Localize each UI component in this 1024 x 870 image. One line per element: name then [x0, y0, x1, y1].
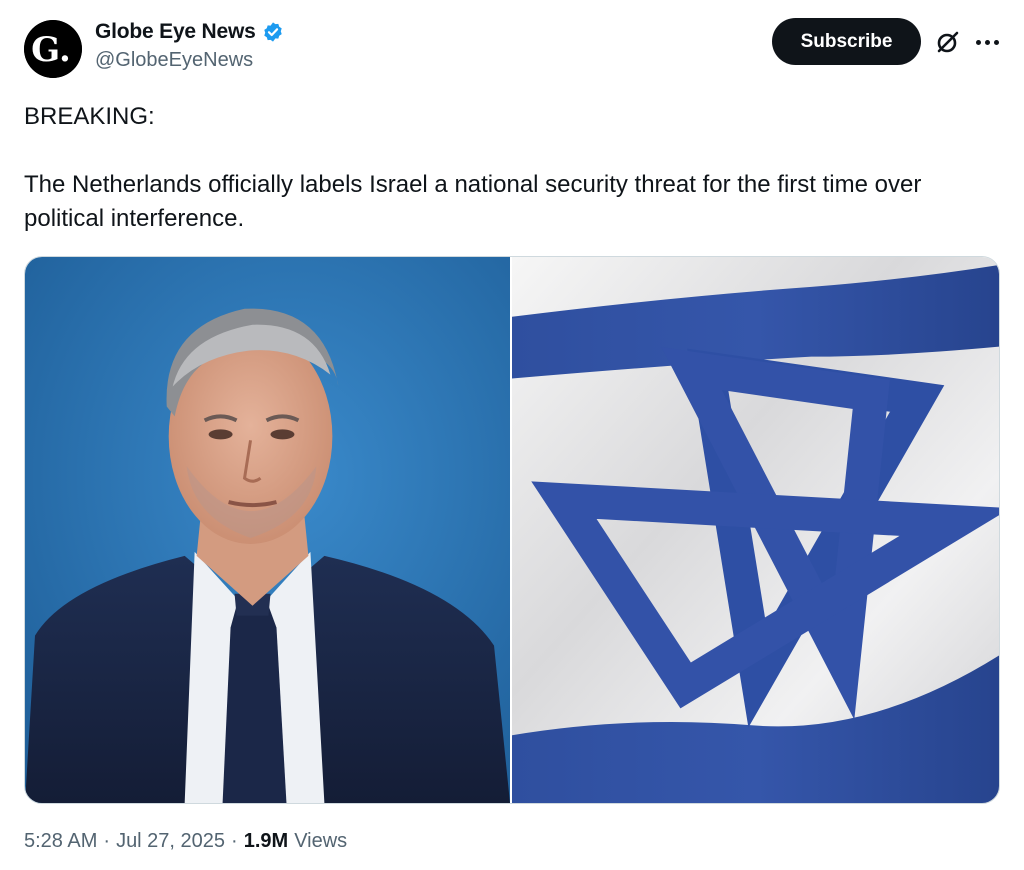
- meta-separator: ·: [103, 830, 111, 852]
- meta-separator: ·: [231, 830, 238, 852]
- tweet-time[interactable]: 5:28 AM: [24, 830, 97, 853]
- views-label: Views: [294, 830, 348, 852]
- globe-eye-logo-icon: G.: [24, 20, 82, 78]
- subscribe-button[interactable]: Subscribe: [772, 18, 921, 65]
- portrait-photo[interactable]: [25, 257, 510, 803]
- more-icon[interactable]: [972, 28, 1002, 56]
- tweet-meta: 5:28 AM · Jul 27, 2025 · 1.9M Views: [24, 830, 347, 853]
- grok-icon[interactable]: [934, 28, 962, 56]
- tweet: G. Globe Eye News @GlobeEyeNews Subscrib…: [0, 0, 1024, 870]
- tweet-text-body: The Netherlands officially labels Israel…: [24, 171, 922, 232]
- tweet-text: BREAKING: The Netherlands officially lab…: [24, 100, 1004, 236]
- tweet-date[interactable]: Jul 27, 2025: [116, 830, 225, 853]
- verified-badge-icon: [263, 22, 282, 42]
- avatar[interactable]: G.: [24, 20, 82, 78]
- handle[interactable]: @GlobeEyeNews: [95, 49, 284, 72]
- author-block: Globe Eye News @GlobeEyeNews: [95, 18, 284, 72]
- svg-text:G.: G.: [31, 30, 71, 70]
- tweet-text-line1: BREAKING:: [24, 103, 155, 130]
- media-grid: [24, 256, 1000, 804]
- israel-flag-photo[interactable]: [512, 257, 999, 803]
- display-name[interactable]: Globe Eye News: [95, 20, 256, 44]
- views-count: 1.9M: [243, 830, 289, 852]
